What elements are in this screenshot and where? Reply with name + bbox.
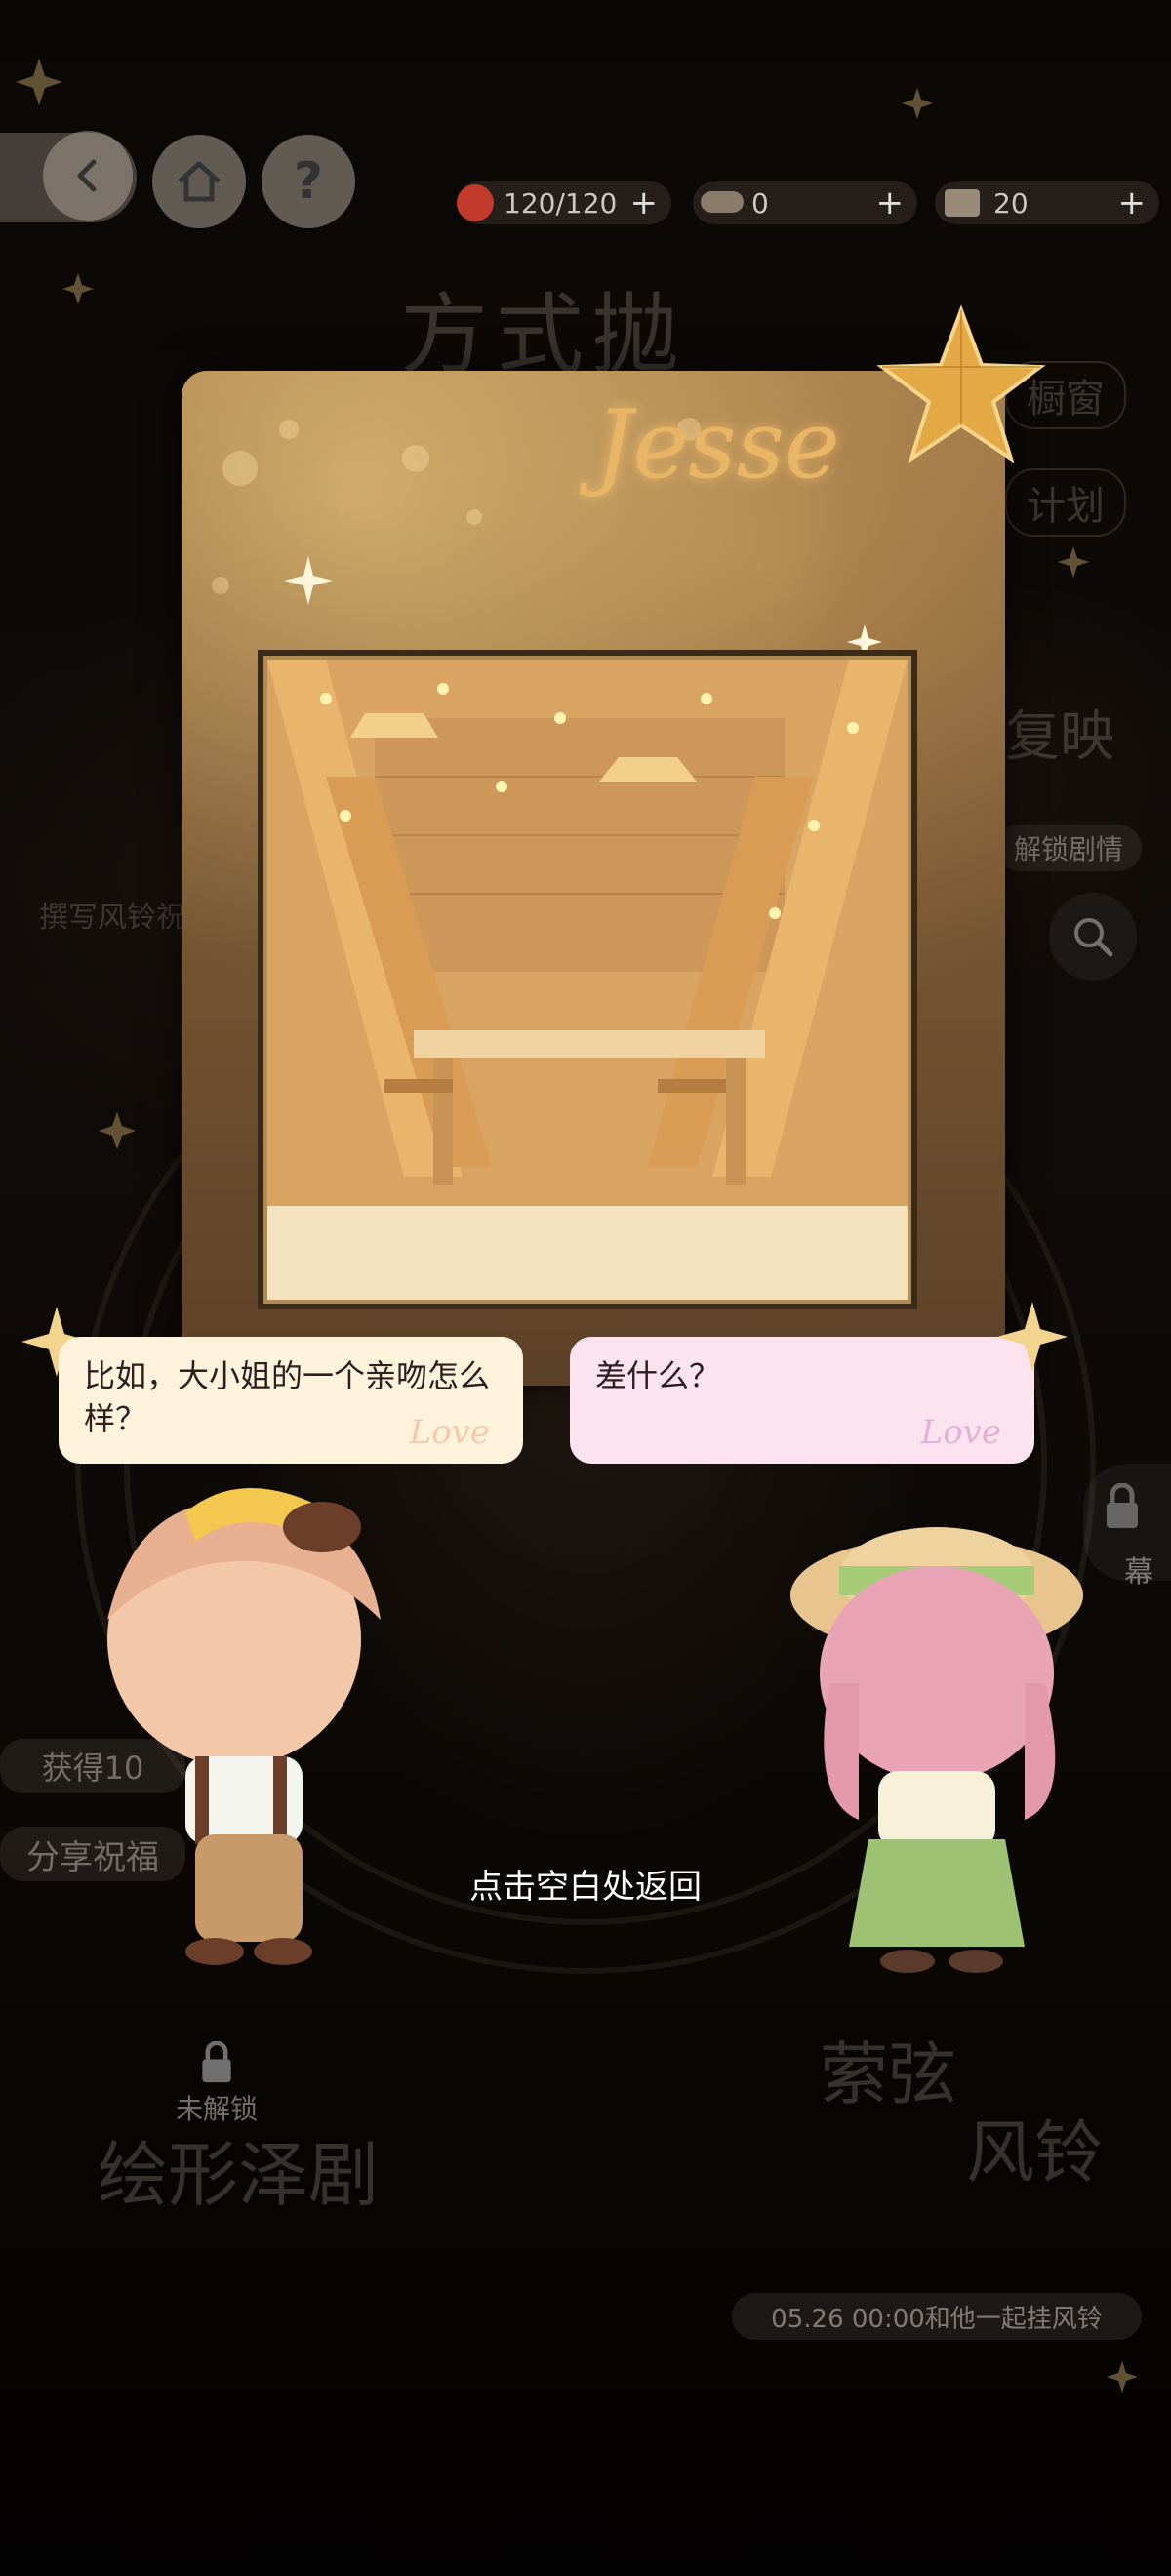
- resource-value: 20: [993, 186, 1029, 220]
- ticket-icon: [945, 189, 980, 217]
- stamina-icon: [457, 184, 494, 221]
- add-currency-button[interactable]: +: [876, 183, 905, 222]
- add-tickets-button[interactable]: +: [1118, 183, 1147, 222]
- story-scene-image: [263, 656, 911, 1304]
- resource-currency: 0 +: [693, 181, 917, 224]
- star-ornament-icon: [876, 304, 1046, 463]
- dialogue-bubble-right: 差什么？ Love: [570, 1337, 1034, 1464]
- add-stamina-button[interactable]: +: [630, 183, 659, 222]
- card-signature: Jesse: [595, 390, 840, 500]
- question-icon: ?: [293, 152, 324, 211]
- dialogue-bubble-left: 比如，大小姐的一个亲吻怎么样？ Love: [59, 1337, 523, 1464]
- home-icon: [178, 161, 221, 202]
- chibi-girl-character: [790, 1527, 1083, 1973]
- currency-icon: [701, 191, 744, 213]
- tap-to-return-hint[interactable]: 点击空白处返回: [0, 1860, 1171, 1908]
- resource-value: 120/120: [504, 186, 618, 220]
- resource-stamina: 120/120 +: [457, 181, 671, 224]
- back-button[interactable]: [0, 131, 137, 222]
- love-watermark: Love: [409, 1413, 490, 1452]
- right-bubble-star-icon: [993, 1298, 1071, 1380]
- home-button[interactable]: [152, 135, 246, 228]
- back-arrow-icon: [77, 159, 97, 192]
- workshop-illustration: [267, 660, 908, 1300]
- resource-value: 0: [751, 186, 769, 220]
- help-button[interactable]: ?: [262, 135, 355, 228]
- love-watermark: Love: [920, 1413, 1001, 1452]
- dialogue-text-right: 差什么？: [595, 1357, 721, 1394]
- resource-tickets: 20 +: [935, 181, 1159, 224]
